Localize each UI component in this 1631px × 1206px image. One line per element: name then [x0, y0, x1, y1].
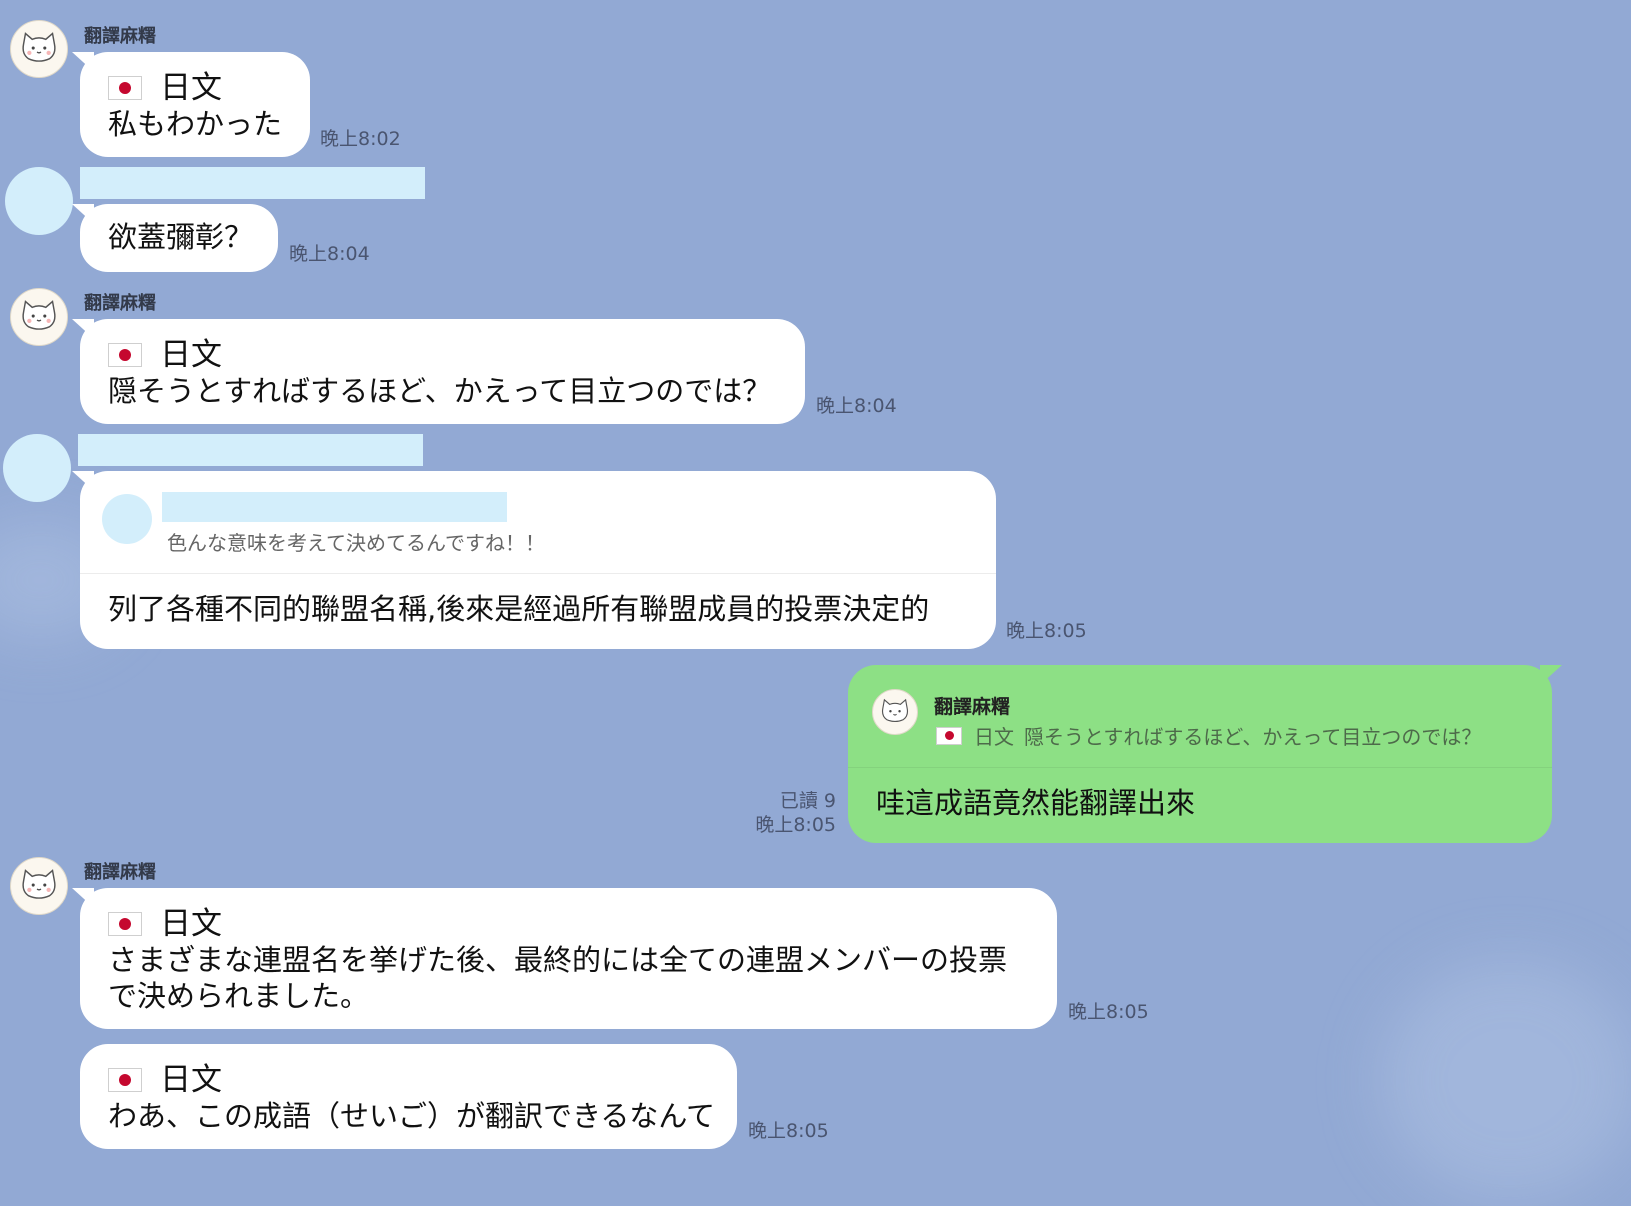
message-text: 私もわかった: [108, 107, 283, 141]
message-text: 隠そうとすればするほど、かえって目立つのでは？: [108, 374, 772, 408]
quoted-sender-name: 翻譯麻糬: [934, 696, 1011, 718]
user-avatar[interactable]: [5, 167, 73, 235]
own-reply-message-bubble[interactable]: 翻譯麻糬 日文 隠そうとすればするほど、かえって目立つのでは？ 哇這成語竟然能翻…: [848, 665, 1562, 843]
japan-flag-icon: [108, 76, 142, 100]
quoted-avatar: [102, 494, 152, 544]
quoted-text: 隠そうとすればするほど、かえって目立つのでは？: [1024, 725, 1482, 749]
language-label: 日文: [160, 70, 222, 106]
cat-face-icon: [22, 869, 56, 899]
message-time: 晚上8:05: [755, 814, 836, 836]
language-label: 日文: [160, 1062, 222, 1098]
quoted-content: 日文 隠そうとすればするほど、かえって目立つのでは？: [936, 721, 1481, 750]
user-avatar[interactable]: [3, 434, 71, 502]
language-label: 日文: [160, 906, 222, 942]
message-time: 晚上8:05: [748, 1120, 829, 1142]
background-cloud: [1380, 960, 1631, 1200]
read-receipt: 已讀 9: [779, 790, 836, 812]
bot-avatar[interactable]: [10, 857, 68, 915]
message-time: 晚上8:02: [320, 128, 401, 150]
japan-flag-icon: [108, 912, 142, 936]
quoted-language-label: 日文: [974, 725, 1014, 749]
message-time: 晚上8:05: [1068, 1001, 1149, 1023]
japan-flag-icon: [108, 343, 142, 367]
japan-flag-icon: [108, 1068, 142, 1092]
message-text: 哇這成語竟然能翻譯出來: [876, 786, 1196, 820]
message-bubble[interactable]: 日文 さまざまな連盟名を挙げた後、最終的には全ての連盟メンバーの投票 で決められ…: [72, 888, 1057, 1029]
message-text: わあ、この成語（せいご）が翻訳できるなんて: [108, 1099, 715, 1133]
message-bubble[interactable]: 日文 隠そうとすればするほど、かえって目立つのでは？: [72, 319, 805, 424]
sender-name: 翻譯麻糬: [84, 862, 156, 883]
redacted-sender-name: [80, 167, 425, 199]
message-bubble[interactable]: 日文 わあ、この成語（せいご）が翻訳できるなんて: [80, 1044, 737, 1149]
redacted-sender-name: [78, 434, 423, 466]
reply-message-bubble[interactable]: 色んな意味を考えて決めてるんですね！！ 列了各種不同的聯盟名稱,後來是經過所有聯…: [72, 471, 996, 649]
message-bubble[interactable]: 欲蓋彌彰？: [72, 204, 278, 272]
message-text-line: で決められました。: [108, 979, 370, 1013]
redacted-quoted-name: [162, 492, 507, 522]
sender-name: 翻譯麻糬: [84, 293, 156, 314]
message-text-line: さまざまな連盟名を挙げた後、最終的には全ての連盟メンバーの投票: [108, 943, 1008, 977]
quoted-message[interactable]: 翻譯麻糬 日文 隠そうとすればするほど、かえって目立つのでは？: [848, 665, 1552, 768]
cat-face-icon: [22, 32, 56, 62]
message-bubble[interactable]: 日文 私もわかった: [72, 52, 310, 157]
language-label: 日文: [160, 337, 222, 373]
bot-avatar[interactable]: [10, 288, 68, 346]
sender-name: 翻譯麻糬: [84, 26, 156, 47]
message-text: 欲蓋彌彰？: [108, 220, 254, 254]
cat-face-icon: [22, 300, 56, 330]
bot-avatar[interactable]: [10, 20, 68, 78]
message-text: 列了各種不同的聯盟名稱,後來是經過所有聯盟成員的投票決定的: [108, 592, 930, 626]
japan-flag-icon: [936, 726, 962, 745]
message-time: 晚上8:05: [1006, 620, 1087, 642]
message-time: 晚上8:04: [289, 243, 370, 265]
quoted-text: 色んな意味を考えて決めてるんですね！！: [167, 531, 545, 555]
cat-face-icon: [881, 698, 909, 723]
quoted-message[interactable]: 色んな意味を考えて決めてるんですね！！: [80, 471, 996, 574]
message-time: 晚上8:04: [816, 395, 897, 417]
quoted-avatar: [872, 689, 918, 735]
